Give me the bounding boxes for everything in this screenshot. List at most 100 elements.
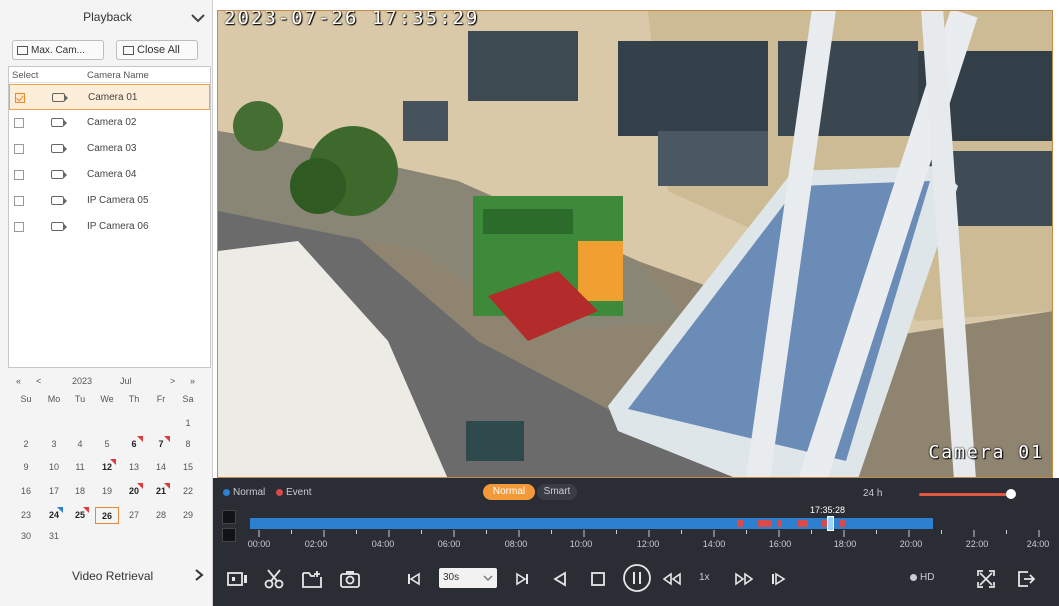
camera-checkbox[interactable] [14, 170, 24, 180]
camera-checkbox[interactable] [15, 93, 25, 103]
playback-side-panel: Playback Max. Cam... Close All Select Ca… [0, 0, 213, 606]
calendar-day[interactable]: 11 [68, 459, 92, 476]
calendar-day-event[interactable]: 25 [68, 507, 92, 524]
calendar-day[interactable]: 1 [176, 415, 200, 432]
timeline-span-label: 24 h [863, 488, 883, 499]
frame-step-icon [772, 572, 786, 586]
channel-swatch [222, 528, 236, 542]
reverse-play-button[interactable] [547, 566, 573, 592]
calendar-day[interactable]: 9 [14, 459, 38, 476]
calendar-day[interactable]: 2 [14, 436, 38, 453]
skip-forward-icon [516, 572, 528, 586]
rewind-icon [662, 572, 681, 586]
calendar-day[interactable]: 29 [176, 507, 200, 524]
camera-icon [51, 222, 67, 231]
slow-down-button[interactable] [659, 566, 685, 592]
video-retrieval-button[interactable]: Video Retrieval [0, 560, 213, 590]
stop-button[interactable] [585, 566, 611, 592]
exit-icon [1018, 571, 1036, 587]
skip-interval-select[interactable]: 30s [439, 568, 497, 588]
close-all-button[interactable]: Close All [116, 40, 198, 60]
max-camera-button[interactable]: Max. Cam... [12, 40, 104, 60]
calendar-day[interactable]: 13 [122, 459, 146, 476]
prev-month-icon[interactable]: < [36, 376, 41, 386]
calendar-day[interactable]: 14 [149, 459, 173, 476]
nvr-playback-window: Playback Max. Cam... Close All Select Ca… [0, 0, 1059, 606]
max-camera-label: Max. Cam... [31, 44, 85, 56]
camera-frame-image [218, 11, 1052, 477]
calendar-day-event[interactable]: 20 [122, 483, 146, 500]
calendar-day-event[interactable]: 6 [122, 436, 146, 453]
calendar-day-selected[interactable]: 26 [95, 507, 119, 524]
camera-row-03[interactable]: Camera 03 [9, 136, 210, 162]
exit-button[interactable] [1013, 566, 1039, 592]
cut-button[interactable] [261, 566, 287, 592]
calendar-year: 2023 [72, 376, 93, 386]
calendar-day[interactable]: 4 [68, 436, 92, 453]
gear-icon [910, 573, 917, 581]
camera-checkbox[interactable] [14, 196, 24, 206]
calendar-day[interactable]: 19 [95, 483, 119, 500]
tag-button[interactable] [299, 566, 325, 592]
frame-step-button[interactable] [765, 566, 791, 592]
day-number: 6 [131, 439, 137, 449]
clip-button[interactable] [225, 566, 251, 592]
pause-button[interactable] [621, 562, 653, 594]
next-year-icon[interactable]: » [190, 376, 195, 386]
timeline-zoom-handle[interactable] [1006, 489, 1016, 499]
snapshot-button[interactable] [337, 566, 363, 592]
camera-row-06[interactable]: IP Camera 06 [9, 214, 210, 240]
folder-tag-icon [302, 571, 322, 588]
fullscreen-icon [977, 570, 995, 588]
playback-header[interactable]: Playback [0, 0, 213, 40]
calendar-day[interactable]: 8 [176, 436, 200, 453]
calendar: « < 2023 Jul > » Su Mo Tu We Th Fr Sa 1 … [14, 376, 210, 546]
camera-name: Camera 03 [87, 143, 137, 154]
smart-mode-button[interactable]: Smart [537, 484, 577, 500]
calendar-day[interactable]: 27 [122, 507, 146, 524]
select-column-header: Select [12, 70, 39, 81]
calendar-day[interactable]: 18 [68, 483, 92, 500]
camera-checkbox[interactable] [14, 222, 24, 232]
camera-checkbox[interactable] [14, 118, 24, 128]
tick-label: 14:00 [702, 539, 726, 549]
event-marker [164, 483, 170, 489]
next-segment-button[interactable] [509, 566, 535, 592]
calendar-day[interactable]: 22 [176, 483, 200, 500]
calendar-day[interactable]: 5 [95, 436, 119, 453]
calendar-day[interactable]: 10 [42, 459, 66, 476]
calendar-day[interactable]: 23 [14, 507, 38, 524]
tick-label: 22:00 [965, 539, 989, 549]
chevron-down-icon[interactable] [190, 11, 206, 25]
calendar-day-normal[interactable]: 24 [42, 507, 66, 524]
camera-row-01[interactable]: Camera 01 [9, 84, 210, 110]
calendar-day-event[interactable]: 21 [149, 483, 173, 500]
calendar-day[interactable]: 3 [42, 436, 66, 453]
calendar-day[interactable]: 17 [42, 483, 66, 500]
camera-row-05[interactable]: IP Camera 05 [9, 188, 210, 214]
calendar-day[interactable]: 15 [176, 459, 200, 476]
camera-row-04[interactable]: Camera 04 [9, 162, 210, 188]
calendar-day[interactable]: 31 [42, 528, 66, 545]
camera-checkbox[interactable] [14, 144, 24, 154]
fullscreen-button[interactable] [973, 566, 999, 592]
prev-year-icon[interactable]: « [16, 376, 21, 386]
calendar-day[interactable]: 30 [14, 528, 38, 545]
stream-quality-toggle[interactable]: HD [910, 572, 934, 583]
calendar-day[interactable]: 16 [14, 483, 38, 500]
normal-mode-button[interactable]: Normal [483, 484, 535, 500]
tick-label: 04:00 [371, 539, 395, 549]
calendar-day-event[interactable]: 12 [95, 459, 119, 476]
timeline-cursor[interactable] [827, 516, 834, 531]
calendar-day[interactable]: 28 [149, 507, 173, 524]
calendar-day-event[interactable]: 7 [149, 436, 173, 453]
next-month-icon[interactable]: > [170, 376, 175, 386]
event-legend-dot [276, 488, 284, 496]
playback-title: Playback [83, 10, 132, 24]
previous-segment-button[interactable] [401, 566, 427, 592]
tick-label: 16:00 [768, 539, 792, 549]
timeline-zoom-slider[interactable] [919, 493, 1011, 496]
speed-up-button[interactable] [731, 566, 757, 592]
video-playback-view[interactable]: 2023-07-26 17:35:29 Camera 01 [217, 10, 1053, 478]
camera-row-02[interactable]: Camera 02 [9, 110, 210, 136]
